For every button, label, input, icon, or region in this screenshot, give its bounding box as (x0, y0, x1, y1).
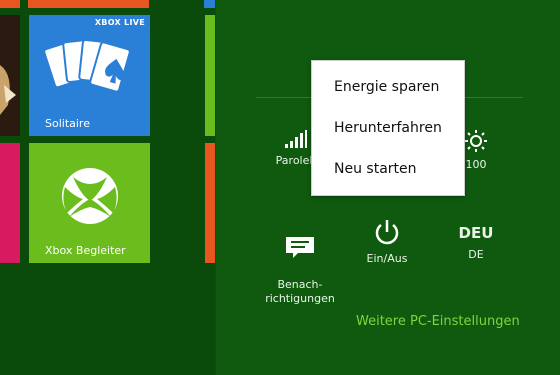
solitaire-label: Solitaire (45, 117, 90, 130)
game-art-icon (0, 65, 16, 115)
brightness-label: 100 (465, 158, 487, 171)
red-tile-partial[interactable] (0, 143, 20, 263)
partial-tile-top-left[interactable] (0, 0, 20, 8)
notification-icon (286, 237, 314, 258)
partial-tile-right-top[interactable] (205, 15, 215, 136)
partial-tile-top-right[interactable] (204, 0, 215, 8)
keyboard-setting[interactable]: DEU DE (431, 226, 521, 262)
sleep-menu-item[interactable]: Energie sparen (312, 67, 464, 108)
notifications-setting[interactable]: Benach- richtigungen (255, 222, 345, 306)
sun-icon (465, 130, 487, 152)
xbox-companion-tile[interactable]: Xbox Begleiter (29, 143, 150, 263)
more-pc-settings-link[interactable]: Weitere PC-Einstellungen (356, 314, 520, 329)
partial-tile-right-bottom[interactable] (205, 143, 215, 263)
keyboard-label: DE (468, 248, 484, 261)
xbox-companion-label: Xbox Begleiter (45, 244, 126, 257)
game-tile-partial[interactable] (0, 15, 20, 136)
notifications-label: Benach- richtigungen (265, 278, 335, 305)
keyboard-glyph: DEU (458, 224, 494, 242)
partial-tile-top[interactable] (28, 0, 149, 8)
power-setting[interactable]: Ein/Aus (342, 218, 432, 266)
shutdown-menu-item[interactable]: Herunterfahren (312, 108, 464, 149)
signal-bars-icon (285, 130, 307, 148)
power-icon (375, 220, 399, 245)
solitaire-tile[interactable]: XBOX LIVE Solitaire (29, 15, 150, 136)
start-screen: XBOX LIVE Solitaire Xbox Begleiter (0, 0, 215, 375)
restart-menu-item[interactable]: Neu starten (312, 149, 464, 190)
power-label: Ein/Aus (366, 252, 408, 265)
power-menu: Energie sparen Herunterfahren Neu starte… (311, 60, 465, 196)
